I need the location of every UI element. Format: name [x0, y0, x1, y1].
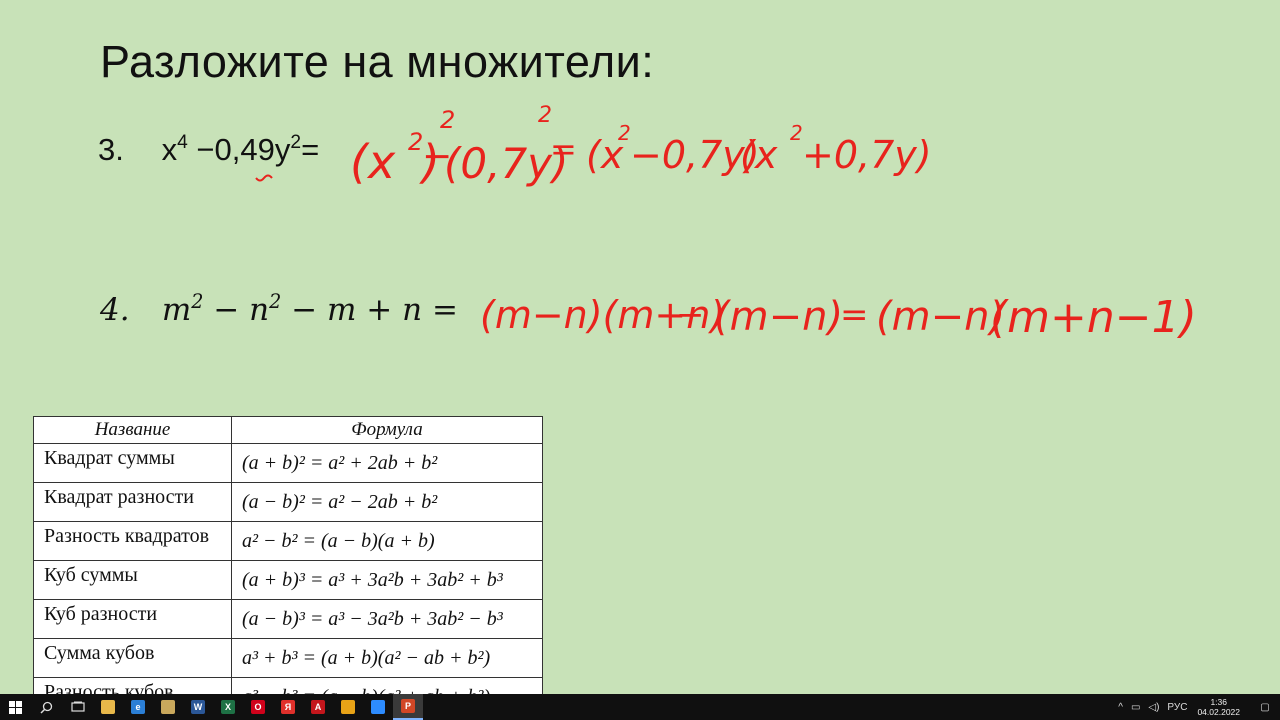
svg-text:=: =	[840, 295, 869, 335]
table-row: Разность кубов a³ − b³ = (a − b)(a² + ab…	[33, 677, 543, 694]
photos-icon	[161, 700, 175, 714]
search-icon	[40, 701, 53, 714]
file-explorer-icon	[101, 700, 115, 714]
svg-text:2: 2	[408, 128, 423, 156]
handwritten-solution-3: (x 2 ) 2 − (0,7y) 2 = (x 2 −0,7y) (x 2 +…	[255, 103, 932, 189]
svg-text:(m−n)(m+n): (m−n)(m+n)	[480, 293, 725, 337]
formula-reference-table: Название Формула Квадрат суммы (a + b)² …	[33, 416, 543, 694]
clock[interactable]: 1:36 04.02.2022	[1197, 697, 1240, 717]
svg-text:(x: (x	[586, 133, 624, 177]
start-button[interactable]	[0, 694, 31, 720]
file-explorer-taskbar-button[interactable]	[93, 694, 123, 720]
system-tray: ^ ▭ ◁) РУС 1:36 04.02.2022 ▢	[1114, 694, 1280, 720]
task-view-icon	[70, 701, 85, 712]
notification-center-icon[interactable]: ▢	[1250, 702, 1280, 713]
opera-taskbar-button[interactable]: O	[243, 694, 273, 720]
svg-text:2: 2	[618, 121, 631, 145]
svg-text:=: =	[550, 130, 577, 168]
svg-text:(x: (x	[350, 135, 396, 189]
acrobat-taskbar-button[interactable]: A	[303, 694, 333, 720]
problem-3: 3. x4 −0,49y2=	[98, 132, 319, 168]
windows-logo-icon	[9, 700, 22, 714]
problem-4-number: 4.	[100, 292, 130, 328]
task-view-button[interactable]	[62, 694, 93, 720]
excel-icon: X	[221, 700, 235, 714]
svg-text:(m−n): (m−n)	[714, 294, 843, 340]
excel-taskbar-button[interactable]: X	[213, 694, 243, 720]
slide-title: Разложите на множители:	[100, 36, 655, 87]
clock-date: 04.02.2022	[1197, 707, 1240, 717]
edge-taskbar-button[interactable]: e	[123, 694, 153, 720]
yandex-taskbar-button[interactable]: Я	[273, 694, 303, 720]
search-button[interactable]	[31, 694, 62, 720]
svg-text:(x: (x	[740, 133, 778, 177]
svg-text:(m+n−1): (m+n−1)	[990, 292, 1197, 343]
table-row: Сумма кубов a³ + b³ = (a + b)(a² − ab + …	[33, 638, 543, 678]
problem-3-number: 3.	[98, 132, 124, 167]
svg-text:2: 2	[440, 106, 455, 134]
powerpoint-icon: P	[401, 699, 415, 713]
edge-icon: e	[131, 700, 145, 714]
zoom-icon	[371, 700, 385, 714]
acrobat-icon: A	[311, 700, 325, 714]
clock-time: 1:36	[1210, 697, 1227, 707]
opera-icon: O	[251, 700, 265, 714]
svg-text:(0,7y): (0,7y)	[444, 139, 568, 188]
chrome-icon	[341, 700, 355, 714]
slide-canvas: Разложите на множители: 3. x4 −0,49y2= 4…	[0, 0, 1280, 694]
table-row: Куб разности (a − b)³ = a³ − 3a²b + 3ab²…	[33, 599, 543, 639]
problem-3-expression: x4 −0,49y2=	[161, 132, 320, 167]
volume-icon[interactable]: ◁)	[1148, 702, 1159, 713]
zoom-taskbar-button[interactable]	[363, 694, 393, 720]
table-row: Квадрат суммы (a + b)² = a² + 2ab + b²	[33, 443, 543, 483]
svg-text:2: 2	[538, 103, 552, 128]
network-icon[interactable]: ▭	[1131, 702, 1140, 713]
handwritten-solution-4: (m−n)(m+n) − (m−n) = (m−n) (m+n−1)	[480, 292, 1197, 343]
svg-text:−: −	[422, 136, 452, 177]
taskbar-apps: eWXOЯAP	[93, 694, 423, 720]
header-name: Название	[33, 416, 232, 444]
svg-text:−: −	[676, 295, 705, 335]
problem-4: 4. m2 − n2 − m + n =	[100, 292, 458, 328]
svg-text:+0,7y): +0,7y)	[802, 133, 932, 177]
yandex-icon: Я	[281, 700, 295, 714]
svg-text:): )	[419, 135, 440, 189]
table-row: Куб суммы (a + b)³ = a³ + 3a²b + 3ab² + …	[33, 560, 543, 600]
header-formula: Формула	[231, 416, 543, 444]
language-indicator[interactable]: РУС	[1167, 702, 1187, 713]
svg-text:−0,7y): −0,7y)	[630, 133, 760, 177]
table-row: Квадрат разности (a − b)² = a² − 2ab + b…	[33, 482, 543, 522]
chrome-taskbar-button[interactable]	[333, 694, 363, 720]
svg-text:2: 2	[790, 121, 803, 145]
photos-taskbar-button[interactable]	[153, 694, 183, 720]
word-icon: W	[191, 700, 205, 714]
word-taskbar-button[interactable]: W	[183, 694, 213, 720]
svg-text:(m−n): (m−n)	[876, 294, 1005, 340]
chevron-up-icon[interactable]: ^	[1118, 702, 1123, 713]
table-row: Разность квадратов a² − b² = (a − b)(a +…	[33, 521, 543, 561]
windows-taskbar: e W X O Я A P ^ ▭ ◁) РУС 1:36 04.02.2022 ▢	[0, 694, 1280, 720]
powerpoint-taskbar-button[interactable]: P	[393, 694, 423, 720]
problem-4-expression: m2 − n2 − m + n =	[161, 290, 458, 328]
